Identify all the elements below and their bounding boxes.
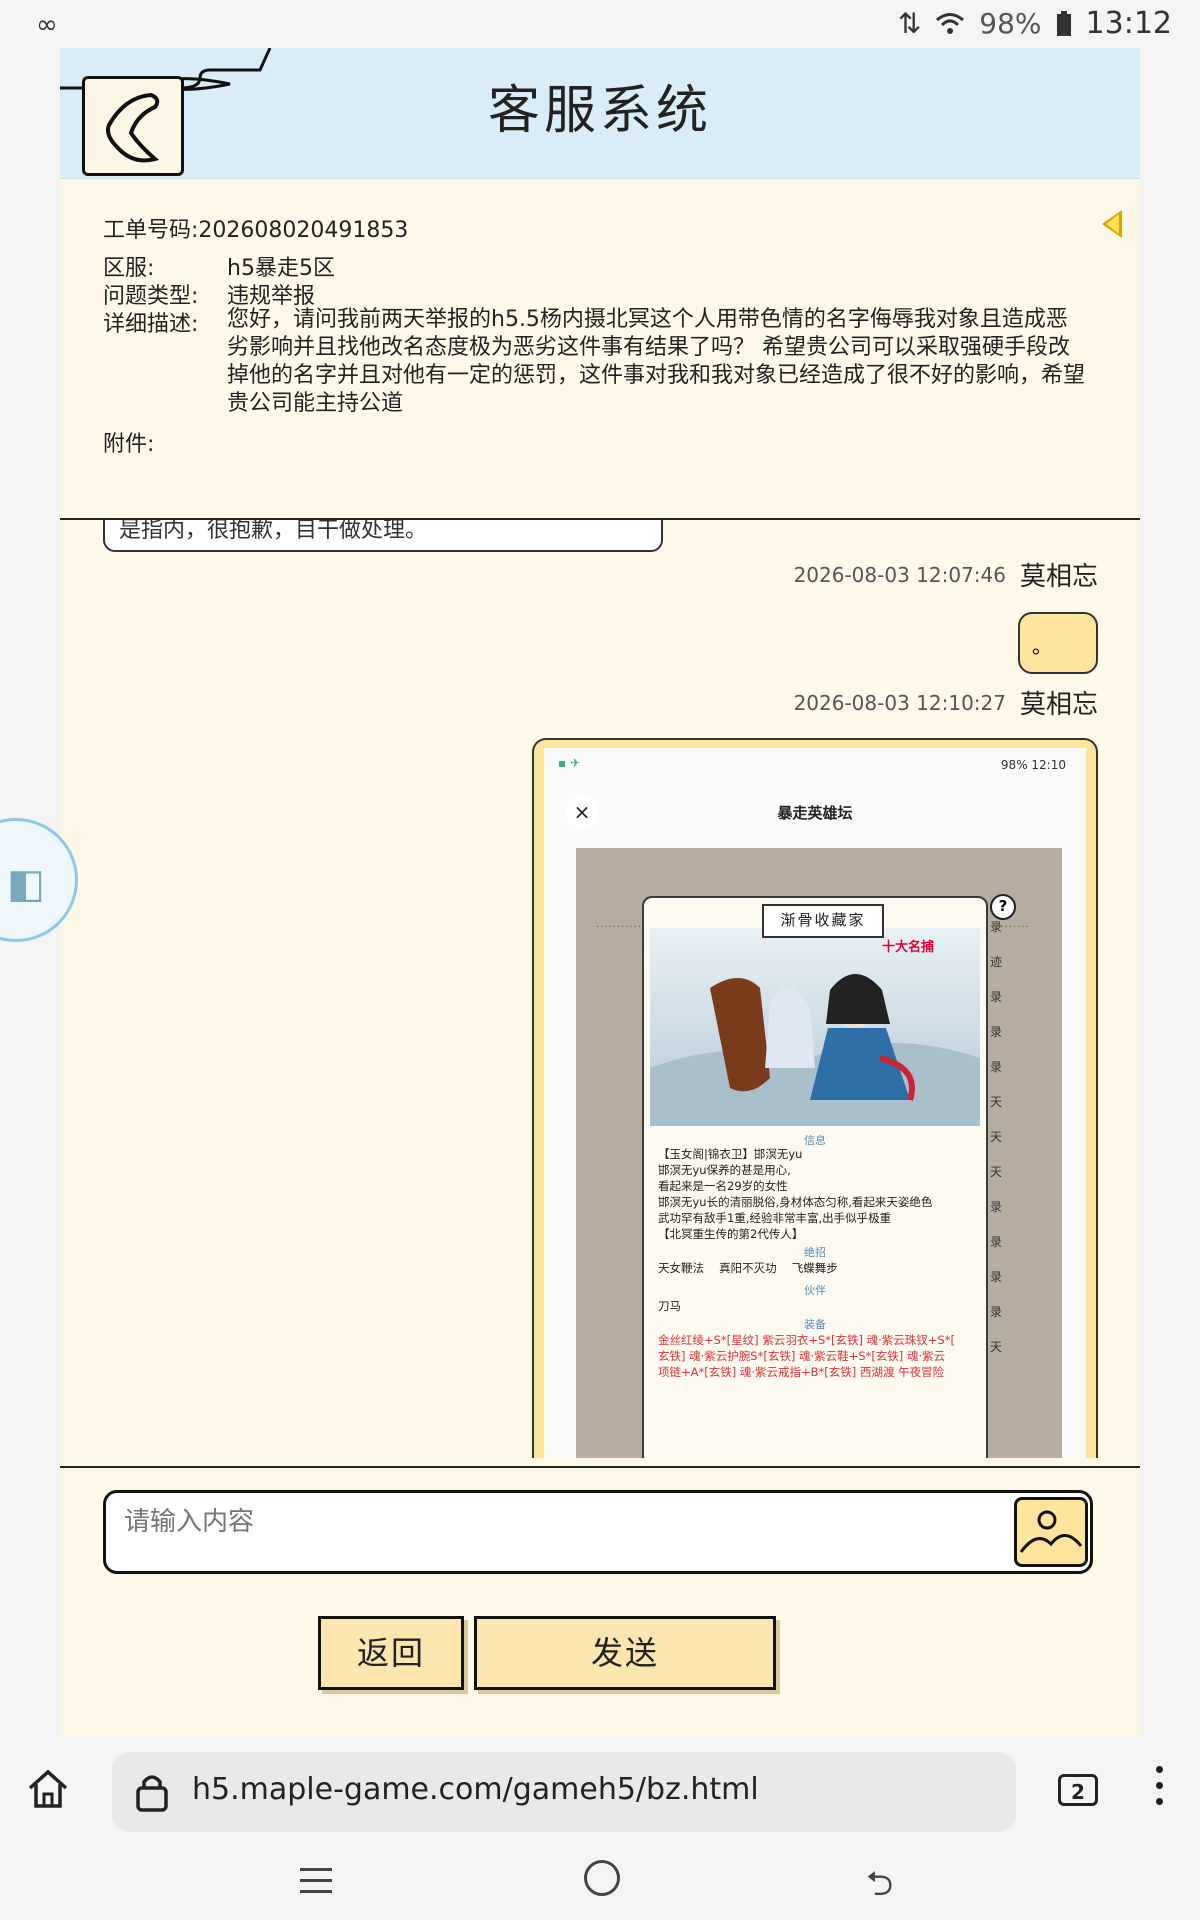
- upload-image-button[interactable]: [1014, 1497, 1088, 1567]
- home-icon[interactable]: [26, 1766, 70, 1810]
- side-char: 迹: [990, 955, 1003, 969]
- message-time: 2026-08-03 12:10:27: [793, 690, 1006, 715]
- previous-message-bubble: 是指内，很抱歉，目干做处理。: [103, 520, 663, 552]
- infinity-icon: ∞: [36, 10, 58, 40]
- more-menu-icon[interactable]: [1156, 1766, 1164, 1814]
- assistant-icon: ◧: [7, 861, 45, 907]
- nav-back-icon[interactable]: ⮌: [866, 1860, 893, 1917]
- side-char: 天: [990, 1130, 1003, 1144]
- signal-icon: ⇅: [897, 7, 922, 40]
- screenshot-title: 暴走英雄坛: [777, 804, 853, 822]
- section-skill: 绝招: [804, 1246, 826, 1259]
- url-text: h5.maple-game.com/gameh5/bz.html: [192, 1772, 759, 1807]
- attach-label: 附件:: [103, 432, 155, 457]
- return-button[interactable]: 返回: [318, 1616, 464, 1690]
- page-title: 客服系统: [487, 81, 712, 141]
- help-icon: ?: [990, 894, 1016, 920]
- side-char: 录: [990, 1305, 1003, 1319]
- ticket-number-label: 工单号码:: [103, 218, 199, 243]
- divider: [60, 1466, 1140, 1468]
- equip-text: 金丝红绫+S*[星纹] 紫云羽衣+S*[玄铁] 魂·紫云珠钗+S*[ 玄铁] 魂…: [658, 1332, 980, 1380]
- character-illustration: [650, 974, 980, 1126]
- equip-line: 玄铁] 魂·紫云护腕S*[玄铁] 魂·紫云鞋+S*[玄铁] 魂·紫云: [658, 1349, 946, 1363]
- navigation-bar: ⮌: [0, 1840, 1200, 1920]
- title-plaque: 渐骨收藏家: [762, 904, 884, 938]
- message-text: 。: [1032, 634, 1052, 658]
- side-char: 录: [990, 1025, 1003, 1039]
- attach-row: 附件:: [103, 426, 227, 458]
- partner-text: 刀马: [658, 1299, 681, 1313]
- desc-text: 您好，请问我前两天举报的h5.5杨内摄北冥这个人用带色情的名字侮辱我对象且造成恶…: [227, 307, 1086, 416]
- screenshot-status-icons: ▪ ✈: [558, 756, 581, 770]
- send-button[interactable]: 发送: [474, 1616, 776, 1690]
- battery-percent: 98%: [979, 7, 1042, 40]
- status-bar: ∞ ⇅ 98% 13:12: [0, 0, 1200, 48]
- character-art: [650, 928, 980, 1126]
- chat-area[interactable]: 是指内，很抱歉，目干做处理。 2026-08-03 12:07:46 莫相忘 。…: [60, 520, 1140, 1460]
- battery-icon: [1056, 10, 1071, 36]
- lock-icon: [136, 1775, 168, 1812]
- side-char: 录: [990, 1060, 1003, 1074]
- message-meta: 2026-08-03 12:10:27 莫相忘: [794, 684, 1098, 721]
- collapse-toggle-icon[interactable]: [1102, 210, 1122, 238]
- side-char: 天: [990, 1165, 1003, 1179]
- side-column: 录 迹 录 录 录 天 天 天 录 录 录 录 天: [990, 918, 1018, 1373]
- info-text: 【玉女阁|锦衣卫】邯溟无yu 邯溟无yu保养的甚是用心, 看起来是一名29岁的女…: [658, 1146, 980, 1242]
- previous-message-text: 是指内，很抱歉，目干做处理。: [119, 520, 428, 543]
- tab-count-button[interactable]: 2: [1058, 1774, 1098, 1806]
- sender-name: 莫相忘: [1019, 690, 1098, 720]
- image-icon: [1019, 1510, 1083, 1553]
- skills-text: 天女鞭法 真阳不灭功 飞蝶舞步: [658, 1261, 838, 1275]
- side-char: 天: [990, 1095, 1003, 1109]
- image-message-bubble[interactable]: ▪ ✈ 98% 12:10 × 暴走英雄坛 ··········· ······…: [532, 738, 1098, 1458]
- info-line: 武功罕有敌手1重,经验非常丰富,出手似乎极重: [658, 1211, 892, 1225]
- attached-screenshot[interactable]: ▪ ✈ 98% 12:10 × 暴走英雄坛 ··········· ······…: [544, 748, 1086, 1458]
- wifi-icon: [936, 12, 965, 34]
- recent-apps-icon[interactable]: [300, 1868, 332, 1901]
- desc-label-row: 详细描述:: [103, 306, 227, 338]
- section-partner: 伙伴: [804, 1284, 826, 1297]
- side-char: 天: [990, 1340, 1003, 1354]
- desc-label: 详细描述:: [103, 312, 199, 337]
- address-bar[interactable]: h5.maple-game.com/gameh5/bz.html: [112, 1752, 1016, 1832]
- message-meta: 2026-08-03 12:07:46 莫相忘: [794, 556, 1098, 593]
- header: 客服系统: [60, 48, 1140, 179]
- info-line: 【北冥重生传的第2代传人】: [658, 1227, 804, 1241]
- ticket-number-row: 工单号码:202608020491853: [103, 212, 408, 244]
- dotted-line: ···········: [596, 922, 642, 933]
- message-input-box[interactable]: [103, 1490, 1093, 1574]
- message-time: 2026-08-03 12:07:46: [793, 562, 1006, 587]
- info-line: 邯溟无yu长的清丽脱俗,身材体态匀称,看起来天姿绝色: [658, 1195, 933, 1209]
- sender-name: 莫相忘: [1019, 562, 1098, 592]
- title-subtitle: 十大名捕: [882, 940, 935, 955]
- section-equip: 装备: [804, 1318, 826, 1331]
- character-card: 渐骨收藏家 十大名捕 信息 【玉女阁|锦衣卫】邯溟无yu 邯溟无yu保养的甚是用…: [642, 896, 988, 1458]
- info-line: 【玉女阁|锦衣卫】邯溟无yu: [658, 1147, 803, 1161]
- browser-toolbar: h5.maple-game.com/gameh5/bz.html 2: [0, 1736, 1200, 1840]
- side-char: 录: [990, 1270, 1003, 1284]
- ticket-number: 202608020491853: [198, 218, 409, 243]
- ticket-info: 工单号码:202608020491853 区服: h5暴走5区 问题类型: 违规举报…: [60, 178, 1140, 518]
- side-char: 录: [990, 990, 1003, 1004]
- message-input[interactable]: [122, 1501, 976, 1543]
- info-line: 邯溟无yu保养的甚是用心,: [658, 1163, 791, 1177]
- side-char: 录: [990, 1235, 1003, 1249]
- side-char: 录: [990, 920, 1003, 934]
- clock: 13:12: [1085, 6, 1172, 41]
- equip-line: 项链+A*[玄铁] 魂·紫云戒指+B*[玄铁] 西湖渡 午夜冒险: [658, 1365, 945, 1379]
- equip-line: 金丝红绫+S*[星纹] 紫云羽衣+S*[玄铁] 魂·紫云珠钗+S*[: [658, 1333, 955, 1347]
- screenshot-overlay: ··········· ········· 渐骨收藏家 十大名捕 信息 【玉女阁…: [576, 848, 1062, 1458]
- screenshot-battery-time: 98% 12:10: [1000, 758, 1066, 772]
- customer-service-page: 客服系统 工单号码:202608020491853 区服: h5暴走5区 问题类型…: [60, 48, 1140, 1736]
- info-line: 看起来是一名29岁的女性: [658, 1179, 788, 1193]
- nav-home-icon[interactable]: [584, 1860, 620, 1896]
- message-bubble: 。: [1018, 612, 1098, 674]
- side-char: 录: [990, 1200, 1003, 1214]
- screenshot-status-bar: ▪ ✈ 98% 12:10: [544, 748, 1086, 782]
